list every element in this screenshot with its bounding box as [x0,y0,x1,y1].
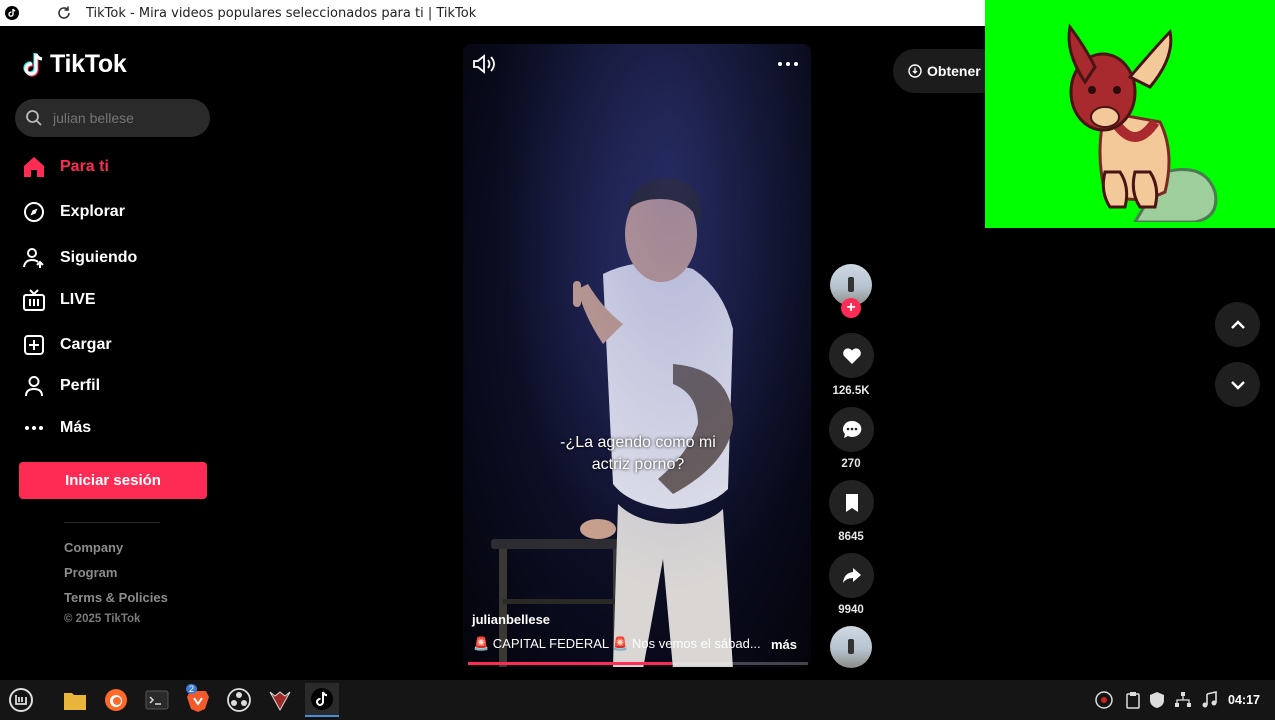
copyright-text: © 2025 TikTok [64,613,141,625]
compass-icon [22,200,46,224]
live-tv-icon [22,288,46,312]
save-count: 8645 [838,531,864,543]
nav-item-perfil[interactable]: Perfil [22,371,100,401]
chevron-up-icon [1230,319,1245,329]
search-input[interactable] [51,109,195,127]
video-progress-fill [468,662,672,665]
share-button[interactable] [829,553,874,598]
nav-label: Para ti [60,158,109,175]
comment-count: 270 [841,458,861,470]
video-caption: 🚨 CAPITAL FEDERAL 🚨 Nos vemos el sábad..… [473,636,761,651]
deer-mascot-image [1067,23,1218,222]
chevron-down-icon [1230,380,1245,390]
reload-icon[interactable] [56,5,72,21]
logo-text: TikTok [50,50,127,78]
save-button[interactable] [829,480,874,525]
linux-mint-menu-icon [9,688,33,712]
clipboard-icon[interactable] [1124,691,1142,709]
search-box[interactable] [15,99,210,137]
heart-icon [842,347,861,364]
taskbar-app-red[interactable] [263,683,297,717]
taskbar-obs[interactable] [222,683,256,717]
nav-label: Más [60,419,92,436]
obs-studio-icon [227,688,251,712]
more-dots-icon [22,416,46,440]
tiktok-taskbar-icon [311,688,333,710]
subtitle-line-1: -¿La agendo como mi [560,434,716,451]
nav-item-siguiendo[interactable]: Siguiendo [22,243,137,273]
nav-label: LIVE [60,291,96,308]
taskbar-clock[interactable]: 04:17 [1228,693,1260,707]
taskbar-firefox[interactable] [99,683,133,717]
music-note-icon[interactable] [1200,691,1218,709]
like-count: 126.5K [832,385,870,397]
network-icon[interactable] [1174,691,1192,709]
home-icon [22,155,46,179]
nav-item-para-ti[interactable]: Para ti [22,152,109,182]
firefox-icon [105,689,127,711]
tiktok-app-icon [5,6,19,20]
footer-link-terms[interactable]: Terms & Policies [64,590,168,605]
taskbar-terminal[interactable] [140,683,174,717]
share-count: 9940 [838,604,864,616]
previous-video-button[interactable] [1215,302,1260,347]
video-progress-bar[interactable] [468,662,808,665]
like-button[interactable] [829,333,874,378]
folder-icon [64,693,86,710]
footer-link-company[interactable]: Company [64,540,123,555]
nav-label: Explorar [60,203,125,220]
bookmark-icon [845,493,858,512]
notification-badge: 2 [186,684,198,694]
share-arrow-icon [842,567,861,583]
upload-plus-icon [22,333,46,357]
nav-item-explorar[interactable]: Explorar [22,197,125,227]
video-author[interactable]: julianbellese [472,612,550,627]
profile-icon [22,374,46,398]
video-player[interactable] [463,44,811,667]
green-screen-overlay [985,0,1275,228]
shield-icon[interactable] [1148,691,1166,709]
start-menu-button[interactable] [4,683,38,717]
following-icon [22,246,46,270]
comment-icon [842,420,861,438]
login-button[interactable]: Iniciar sesión [19,462,207,499]
taskbar-files[interactable] [58,683,92,717]
music-disc-avatar[interactable] [830,626,872,668]
tiktok-logo-icon [23,52,43,77]
terminal-icon [145,690,169,710]
window-title: TikTok - Mira videos populares seleccion… [86,5,477,21]
next-video-button[interactable] [1215,362,1260,407]
follow-plus-button[interactable]: + [841,298,861,318]
sidebar-divider [64,522,160,523]
comment-button[interactable] [829,407,874,452]
get-app-label: Obtener l [927,63,989,79]
subtitle-line-2: actriz porno? [591,456,685,473]
nav-item-cargar[interactable]: Cargar [22,330,112,360]
volume-icon[interactable] [471,52,497,76]
nav-label: Perfil [60,377,101,394]
tiktok-logo[interactable]: TikTok [22,50,127,79]
nav-item-mas[interactable]: Más [22,413,91,443]
footer-link-program[interactable]: Program [64,565,117,580]
app-download-icon [908,64,922,78]
video-more-options-icon[interactable] [776,52,800,76]
mascot-tray-icon[interactable] [1095,691,1113,709]
taskbar-tiktok[interactable] [305,683,339,717]
nav-item-live[interactable]: LIVE [22,285,96,315]
red-wolf-app-icon [269,691,291,712]
video-subtitle: -¿La agendo como mi actriz porno? [540,432,736,476]
nav-label: Siguiendo [60,249,138,266]
search-icon [26,110,42,126]
caption-more-link[interactable]: más [771,637,797,652]
nav-label: Cargar [60,336,112,353]
